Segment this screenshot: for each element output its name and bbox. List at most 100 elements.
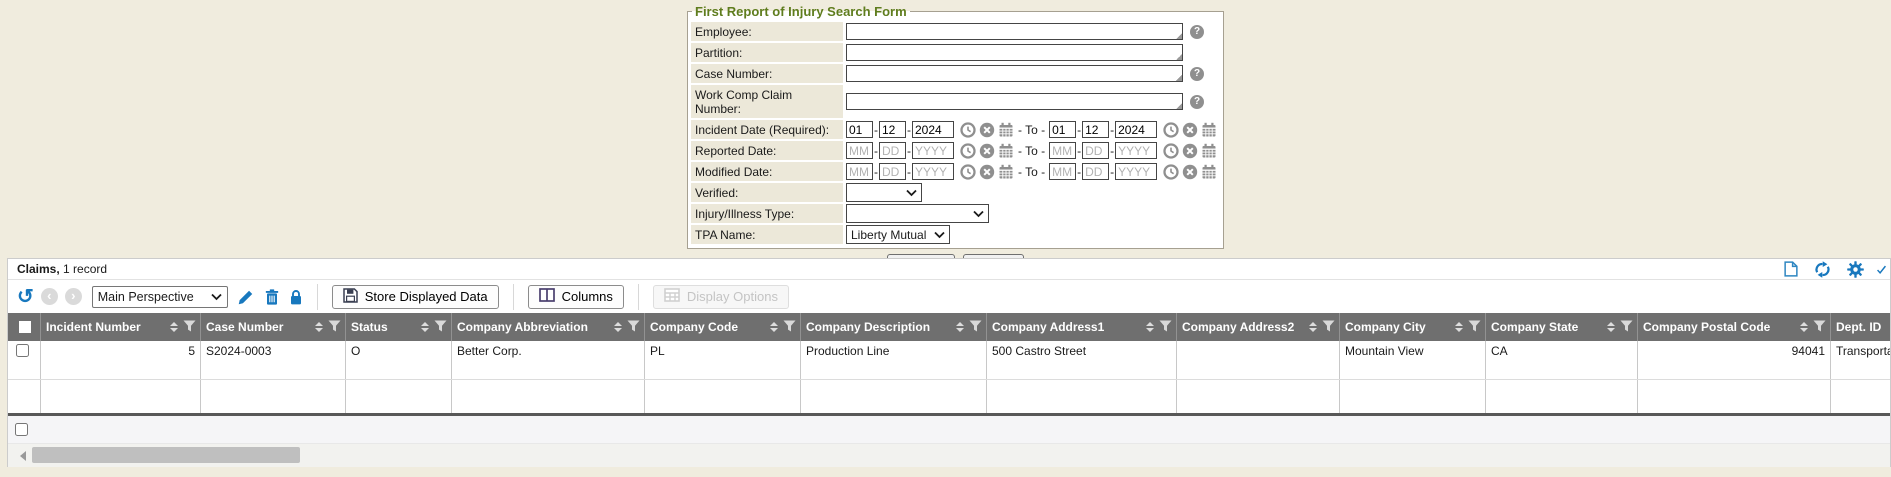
sort-icon[interactable] bbox=[315, 322, 323, 332]
filter-icon[interactable] bbox=[328, 320, 341, 335]
sort-icon[interactable] bbox=[170, 322, 178, 332]
verified-select[interactable] bbox=[846, 183, 922, 202]
filter-icon[interactable] bbox=[969, 320, 982, 335]
checkmark-icon[interactable] bbox=[1877, 262, 1886, 277]
filter-icon[interactable] bbox=[434, 320, 447, 335]
column-header-status[interactable]: Status bbox=[346, 313, 452, 341]
sort-icon[interactable] bbox=[421, 322, 429, 332]
horizontal-scrollbar[interactable] bbox=[8, 444, 1890, 467]
horizontal-scrollbar-thumb[interactable] bbox=[32, 447, 300, 463]
reported-to-clear-icon[interactable] bbox=[1182, 143, 1198, 159]
refresh-icon[interactable] bbox=[1814, 261, 1831, 278]
reported-from-year-input[interactable] bbox=[912, 142, 954, 159]
modified-from-month-input[interactable] bbox=[846, 163, 873, 180]
lock-icon[interactable] bbox=[289, 289, 303, 305]
table-row[interactable]: 5 S2024-0003 O Better Corp. PL Productio… bbox=[8, 341, 1890, 380]
reported-to-month-input[interactable] bbox=[1049, 142, 1076, 159]
filter-icon[interactable] bbox=[1159, 320, 1172, 335]
filter-icon[interactable] bbox=[1813, 320, 1826, 335]
gear-icon[interactable] bbox=[1847, 261, 1864, 278]
perspective-select[interactable]: Main Perspective bbox=[92, 286, 228, 308]
incident-from-time-icon[interactable] bbox=[960, 122, 976, 138]
tpa-name-select[interactable]: Liberty Mutual bbox=[846, 225, 950, 244]
modified-to-calendar-icon[interactable] bbox=[1201, 164, 1217, 180]
store-displayed-data-button[interactable]: Store Displayed Data bbox=[332, 285, 499, 309]
next-icon[interactable]: › bbox=[65, 288, 82, 305]
delete-trash-icon[interactable] bbox=[265, 289, 279, 305]
incident-from-month-input[interactable] bbox=[846, 121, 873, 138]
undo-icon[interactable]: ↺ bbox=[17, 288, 34, 306]
select-all-checkbox[interactable] bbox=[19, 321, 31, 333]
incident-to-calendar-icon[interactable] bbox=[1201, 122, 1217, 138]
scroll-left-arrow-icon[interactable] bbox=[20, 451, 26, 461]
modified-from-year-input[interactable] bbox=[912, 163, 954, 180]
incident-from-year-input[interactable] bbox=[912, 121, 954, 138]
incident-from-calendar-icon[interactable] bbox=[998, 122, 1014, 138]
modified-from-clear-icon[interactable] bbox=[979, 164, 995, 180]
modified-to-time-icon[interactable] bbox=[1163, 164, 1179, 180]
work-comp-input[interactable] bbox=[846, 93, 1183, 110]
filter-icon[interactable] bbox=[183, 320, 196, 335]
modified-from-calendar-icon[interactable] bbox=[998, 164, 1014, 180]
filter-icon[interactable] bbox=[1322, 320, 1335, 335]
employee-input[interactable] bbox=[846, 23, 1183, 40]
filter-icon[interactable] bbox=[627, 320, 640, 335]
reported-to-year-input[interactable] bbox=[1115, 142, 1157, 159]
column-header-company-state[interactable]: Company State bbox=[1486, 313, 1638, 341]
reported-to-day-input[interactable] bbox=[1082, 142, 1109, 159]
sort-icon[interactable] bbox=[770, 322, 778, 332]
filter-icon[interactable] bbox=[1620, 320, 1633, 335]
footer-checkbox[interactable] bbox=[15, 423, 28, 436]
previous-icon[interactable]: ‹ bbox=[41, 288, 58, 305]
reported-from-month-input[interactable] bbox=[846, 142, 873, 159]
reported-from-clear-icon[interactable] bbox=[979, 143, 995, 159]
incident-to-time-icon[interactable] bbox=[1163, 122, 1179, 138]
incident-to-clear-icon[interactable] bbox=[1182, 122, 1198, 138]
column-header-company-postal-code[interactable]: Company Postal Code bbox=[1638, 313, 1831, 341]
reported-from-time-icon[interactable] bbox=[960, 143, 976, 159]
column-header-company-address2[interactable]: Company Address2 bbox=[1177, 313, 1340, 341]
modified-from-day-input[interactable] bbox=[879, 163, 906, 180]
column-header-case-number[interactable]: Case Number bbox=[201, 313, 346, 341]
filter-icon[interactable] bbox=[1468, 320, 1481, 335]
reported-to-calendar-icon[interactable] bbox=[1201, 143, 1217, 159]
incident-from-clear-icon[interactable] bbox=[979, 122, 995, 138]
sort-icon[interactable] bbox=[1309, 322, 1317, 332]
sort-icon[interactable] bbox=[1455, 322, 1463, 332]
edit-pencil-icon[interactable] bbox=[238, 288, 255, 305]
work-comp-help-icon[interactable]: ? bbox=[1190, 95, 1204, 109]
row-checkbox[interactable] bbox=[16, 344, 29, 357]
case-number-input[interactable] bbox=[846, 65, 1183, 82]
modified-to-year-input[interactable] bbox=[1115, 163, 1157, 180]
sort-icon[interactable] bbox=[1800, 322, 1808, 332]
column-header-incident-number[interactable]: Incident Number bbox=[41, 313, 201, 341]
reported-from-calendar-icon[interactable] bbox=[998, 143, 1014, 159]
modified-to-month-input[interactable] bbox=[1049, 163, 1076, 180]
column-header-dept-id[interactable]: Dept. ID bbox=[1831, 313, 1891, 341]
incident-to-month-input[interactable] bbox=[1049, 121, 1076, 138]
incident-to-day-input[interactable] bbox=[1082, 121, 1109, 138]
sort-icon[interactable] bbox=[1146, 322, 1154, 332]
reported-from-day-input[interactable] bbox=[879, 142, 906, 159]
columns-button[interactable]: Columns bbox=[528, 285, 624, 309]
reported-to-time-icon[interactable] bbox=[1163, 143, 1179, 159]
modified-to-day-input[interactable] bbox=[1082, 163, 1109, 180]
sort-icon[interactable] bbox=[1607, 322, 1615, 332]
new-record-icon[interactable] bbox=[1784, 261, 1798, 277]
sort-icon[interactable] bbox=[614, 322, 622, 332]
injury-type-select[interactable] bbox=[846, 204, 989, 223]
employee-help-icon[interactable]: ? bbox=[1190, 25, 1204, 39]
sort-icon[interactable] bbox=[956, 322, 964, 332]
column-header-company-city[interactable]: Company City bbox=[1340, 313, 1486, 341]
incident-to-year-input[interactable] bbox=[1115, 121, 1157, 138]
partition-input[interactable] bbox=[846, 44, 1183, 61]
modified-from-time-icon[interactable] bbox=[960, 164, 976, 180]
modified-to-clear-icon[interactable] bbox=[1182, 164, 1198, 180]
case-number-help-icon[interactable]: ? bbox=[1190, 67, 1204, 81]
column-header-company-abbreviation[interactable]: Company Abbreviation bbox=[452, 313, 645, 341]
incident-from-day-input[interactable] bbox=[879, 121, 906, 138]
column-header-company-code[interactable]: Company Code bbox=[645, 313, 801, 341]
filter-icon[interactable] bbox=[783, 320, 796, 335]
column-header-company-address1[interactable]: Company Address1 bbox=[987, 313, 1177, 341]
column-header-company-description[interactable]: Company Description bbox=[801, 313, 987, 341]
